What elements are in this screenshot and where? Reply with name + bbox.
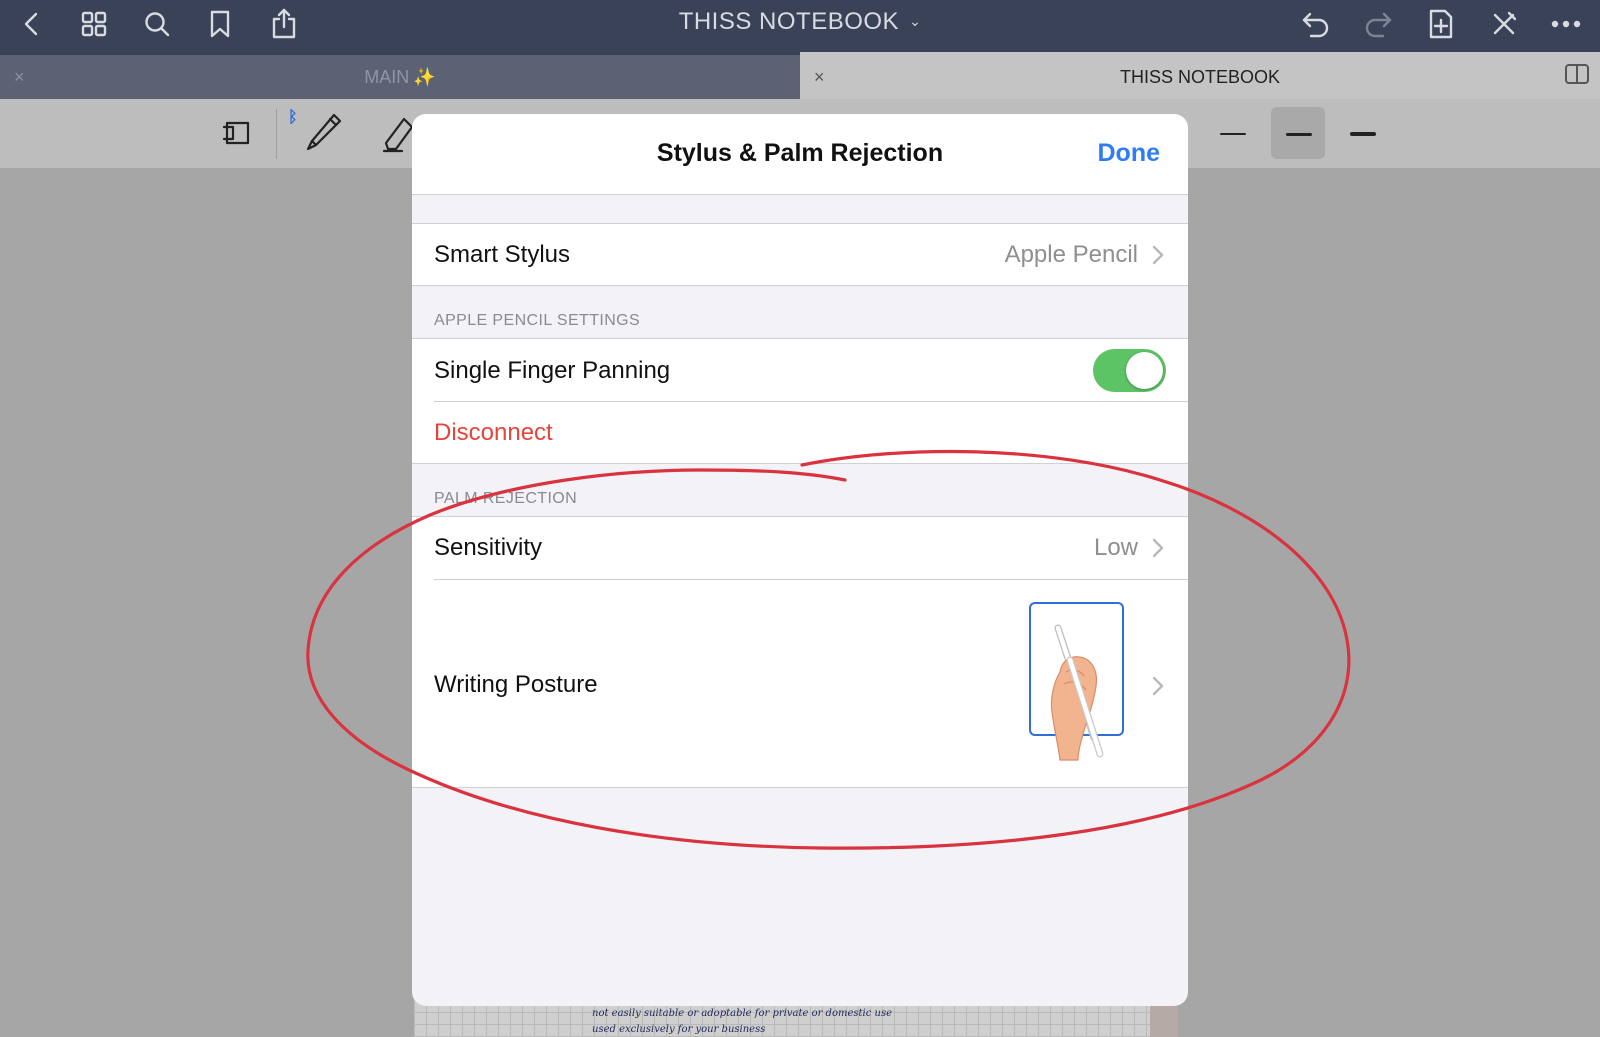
writing-posture-row[interactable]: Writing Posture (412, 580, 1188, 789)
redo-icon[interactable] (1358, 4, 1398, 44)
apple-pencil-group: Single Finger Panning Disconnect (412, 338, 1188, 464)
split-view-icon[interactable] (1564, 63, 1590, 85)
tab-thiss-notebook[interactable]: × THISS NOTEBOOK (800, 52, 1600, 99)
palm-rejection-section-header: PALM REJECTION (434, 490, 578, 507)
single-finger-panning-label: Single Finger Panning (434, 357, 671, 384)
tab-bar: × MAIN ✨ × THISS NOTEBOOK (0, 52, 1600, 99)
grid-icon[interactable] (74, 4, 114, 44)
top-nav-bar: THISS NOTEBOOK ⌄ (0, 0, 1600, 55)
writing-posture-label: Writing Posture (434, 671, 598, 698)
stroke-thick-option[interactable] (1350, 132, 1376, 136)
notebook-title[interactable]: THISS NOTEBOOK ⌄ (560, 8, 1040, 38)
more-icon[interactable] (1546, 4, 1586, 44)
hand-holding-pencil-icon (1050, 624, 1104, 761)
search-icon[interactable] (137, 4, 177, 44)
modal-header: Stylus & Palm Rejection Done (412, 114, 1188, 195)
smart-stylus-row[interactable]: Smart Stylus Apple Pencil (412, 223, 1188, 286)
pen-tool-icon[interactable] (304, 111, 344, 160)
smart-stylus-value: Apple Pencil (1004, 241, 1138, 268)
page-handwriting-line: used exclusively for your business (592, 1024, 766, 1035)
done-button[interactable]: Done (1098, 139, 1161, 168)
back-icon[interactable] (12, 4, 52, 44)
chevron-right-icon (1152, 538, 1164, 558)
notebook-title-text: THISS NOTEBOOK (678, 8, 900, 35)
tab-main-label: MAIN ✨ (0, 67, 800, 88)
sensitivity-row[interactable]: Sensitivity Low (412, 517, 1188, 579)
palm-rejection-group: Sensitivity Low Writing Posture (412, 516, 1188, 788)
smart-stylus-label: Smart Stylus (434, 241, 571, 268)
share-icon[interactable] (264, 4, 304, 44)
lasso-page-icon[interactable] (222, 117, 256, 154)
sensitivity-label: Sensitivity (434, 534, 543, 561)
disconnect-button[interactable]: Disconnect (434, 419, 553, 447)
tab-main[interactable]: × MAIN ✨ (0, 55, 800, 99)
stroke-medium-option[interactable] (1286, 133, 1312, 136)
modal-title: Stylus & Palm Rejection (656, 139, 944, 167)
stroke-thin-option[interactable] (1220, 133, 1246, 135)
eraser-tool-icon[interactable] (382, 113, 414, 158)
bluetooth-icon: ᛒ (288, 109, 298, 126)
toggle-knob (1126, 352, 1163, 389)
single-finger-panning-toggle[interactable] (1093, 349, 1166, 392)
sensitivity-value: Low (1093, 534, 1138, 561)
sparkle-icon: ✨ (413, 67, 436, 87)
page-handwriting-line: not easily suitable or adoptable for pri… (592, 1008, 892, 1019)
chevron-down-icon: ⌄ (909, 13, 922, 29)
close-x-icon[interactable] (1484, 4, 1524, 44)
undo-icon[interactable] (1296, 4, 1336, 44)
tab-notebook-label: THISS NOTEBOOK (1119, 67, 1281, 87)
row-divider (434, 401, 1188, 402)
chevron-right-icon (1152, 245, 1164, 265)
tab-main-label-text: MAIN (364, 67, 410, 87)
chevron-right-icon (1152, 676, 1164, 696)
stylus-settings-modal: Stylus & Palm Rejection Done Smart Stylu… (412, 114, 1188, 1006)
bookmark-icon[interactable] (200, 4, 240, 44)
apple-pencil-section-header: APPLE PENCIL SETTINGS (434, 312, 641, 329)
add-page-icon[interactable] (1421, 4, 1461, 44)
toolbar-divider (276, 109, 277, 159)
